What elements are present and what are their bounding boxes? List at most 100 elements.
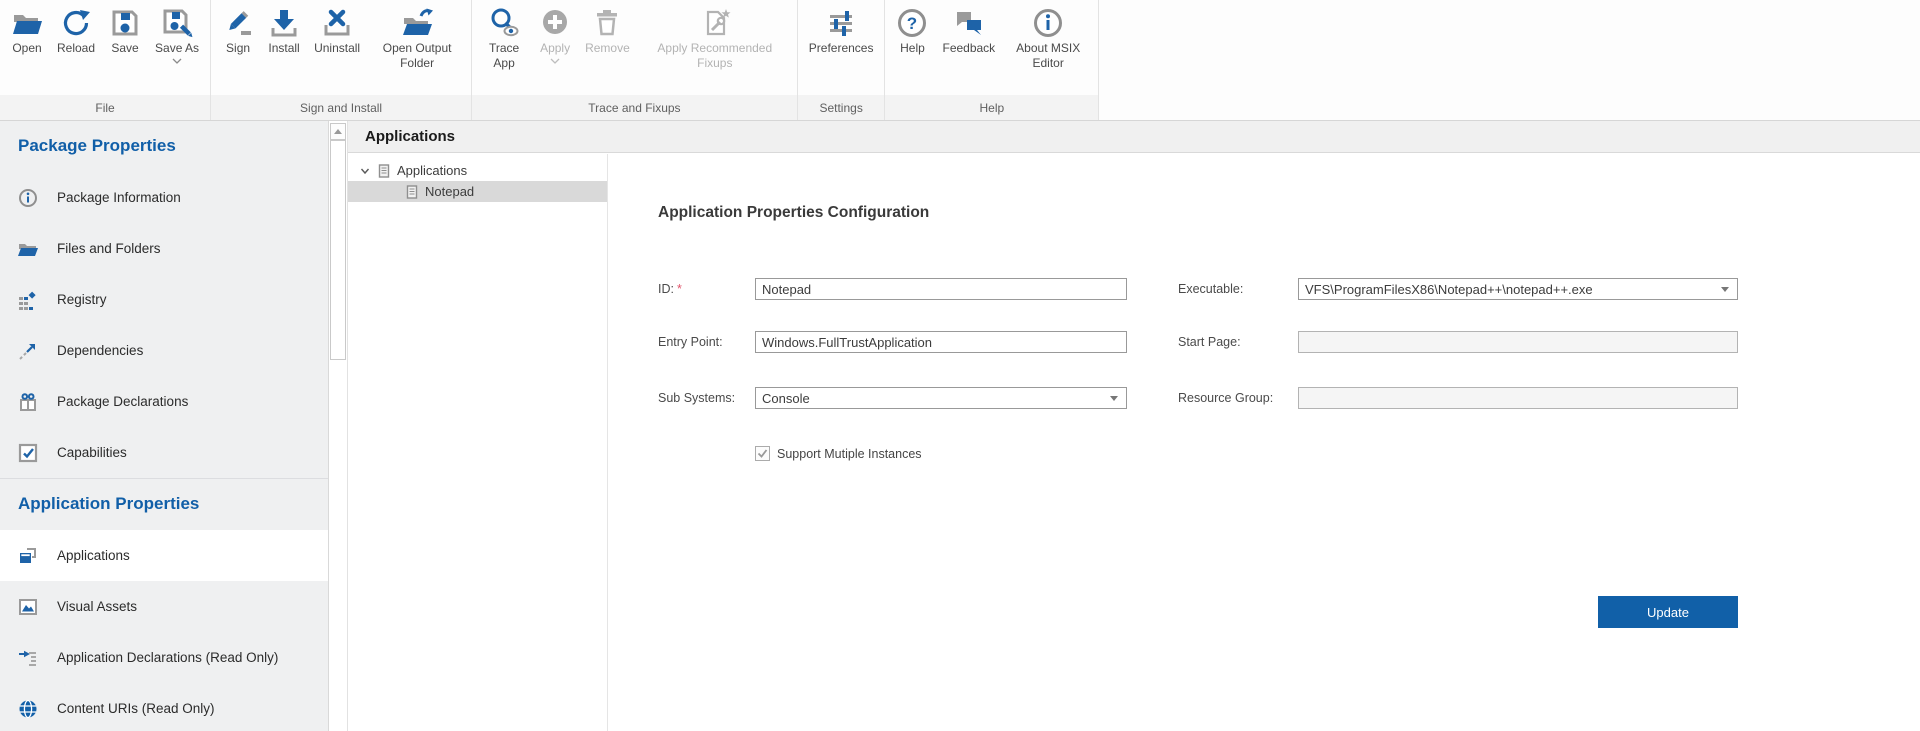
arrow-list-icon xyxy=(18,648,38,668)
save-button[interactable]: Save xyxy=(102,5,148,58)
registry-blocks-icon xyxy=(18,290,38,310)
chevron-down-icon xyxy=(172,58,182,64)
apply-recommended-fixups-button: Apply Recommended Fixups xyxy=(637,5,793,72)
install-icon xyxy=(268,7,300,39)
preferences-button[interactable]: Preferences xyxy=(802,5,881,58)
open-output-folder-icon xyxy=(401,7,433,39)
resource-group-label: Resource Group: xyxy=(1178,387,1273,409)
start-page-label: Start Page: xyxy=(1178,331,1241,353)
navigation-sidebar: Package Properties Package Information F… xyxy=(0,121,329,731)
install-button[interactable]: Install xyxy=(261,5,307,58)
preferences-sliders-icon xyxy=(825,7,857,39)
support-multiple-instances-checkbox: Support Mutiple Instances xyxy=(755,446,922,461)
chevron-down-icon xyxy=(550,58,560,64)
sidebar-item-visual-assets[interactable]: Visual Assets xyxy=(0,581,328,632)
save-as-button[interactable]: Save As xyxy=(148,5,206,66)
open-folder-icon xyxy=(11,7,43,39)
ribbon-group-label-help: Help xyxy=(885,95,1098,120)
id-label: ID:* xyxy=(658,278,682,300)
image-icon xyxy=(18,597,38,617)
uninstall-button[interactable]: Uninstall xyxy=(307,5,367,58)
panel-title-bar: Applications xyxy=(348,121,1920,153)
sign-button[interactable]: Sign xyxy=(215,5,261,58)
app-window-icon xyxy=(18,546,38,566)
ribbon-group-label-sign-and-install: Sign and Install xyxy=(211,95,471,120)
sidebar-item-capabilities[interactable]: Capabilities xyxy=(0,427,328,478)
form-title: Application Properties Configuration xyxy=(658,204,929,222)
entry-point-input[interactable] xyxy=(755,331,1127,353)
update-button[interactable]: Update xyxy=(1598,596,1738,628)
trace-app-button[interactable]: Trace App xyxy=(476,5,532,72)
sidebar-item-package-declarations[interactable]: Package Declarations xyxy=(0,376,328,427)
id-input[interactable] xyxy=(755,278,1127,300)
fixups-wrench-icon xyxy=(699,7,731,39)
executable-dropdown[interactable]: VFS\ProgramFilesX86\Notepad++\notepad++.… xyxy=(1298,278,1738,300)
dropdown-arrow-icon xyxy=(1721,287,1729,292)
save-icon xyxy=(109,7,141,39)
sidebar-item-applications[interactable]: Applications xyxy=(0,530,328,581)
sidebar-item-content-uris[interactable]: Content URIs (Read Only) xyxy=(0,683,328,731)
trace-app-icon xyxy=(488,7,520,39)
triangle-up-icon xyxy=(334,129,342,134)
help-button[interactable]: ? Help xyxy=(889,5,935,58)
ribbon-empty-space xyxy=(1099,0,1920,120)
ribbon-group-label-trace-and-fixups: Trace and Fixups xyxy=(472,95,797,120)
start-page-input xyxy=(1298,331,1738,353)
scrollbar-up-button[interactable] xyxy=(330,123,346,140)
checkbox-icon xyxy=(18,443,38,463)
sidebar-scrollbar-track[interactable] xyxy=(329,121,348,731)
executable-label: Executable: xyxy=(1178,278,1243,300)
remove-trash-icon xyxy=(591,7,623,39)
feedback-button[interactable]: Feedback xyxy=(935,5,1002,58)
reload-button[interactable]: Reload xyxy=(50,5,102,58)
sidebar-item-dependencies[interactable]: Dependencies xyxy=(0,325,328,376)
tree-item-label: Notepad xyxy=(425,184,474,199)
document-icon xyxy=(405,185,419,199)
gift-icon xyxy=(18,392,38,412)
panel-title: Applications xyxy=(365,128,455,145)
about-info-icon xyxy=(1032,7,1064,39)
sub-systems-label: Sub Systems: xyxy=(658,387,735,409)
feedback-bubbles-icon xyxy=(953,7,985,39)
open-output-folder-button[interactable]: Open Output Folder xyxy=(367,5,467,72)
help-question-icon: ? xyxy=(896,7,928,39)
folder-icon xyxy=(18,239,38,259)
sidebar-item-application-declarations[interactable]: Application Declarations (Read Only) xyxy=(0,632,328,683)
tree-item-notepad[interactable]: Notepad xyxy=(348,181,607,202)
ribbon-group-trace-and-fixups: Trace App Apply Remove xyxy=(472,0,798,120)
uninstall-icon xyxy=(321,7,353,39)
ribbon-group-label-file: File xyxy=(0,95,210,120)
svg-text:?: ? xyxy=(907,14,917,33)
entry-point-label: Entry Point: xyxy=(658,331,723,353)
ribbon-group-label-settings: Settings xyxy=(798,95,885,120)
application-properties-form: Application Properties Configuration ID:… xyxy=(609,154,1920,731)
sidebar-heading-package-properties: Package Properties xyxy=(18,133,328,159)
ribbon-toolbar: Open Reload Save xyxy=(0,0,1920,121)
about-msix-editor-button[interactable]: About MSIX Editor xyxy=(1002,5,1094,72)
sidebar-item-files-and-folders[interactable]: Files and Folders xyxy=(0,223,328,274)
dependencies-arrow-icon xyxy=(18,341,38,361)
applications-tree: Applications Notepad xyxy=(348,154,608,731)
save-as-icon xyxy=(161,7,193,39)
chevron-down-icon[interactable] xyxy=(359,165,371,177)
ribbon-group-sign-and-install: Sign Install Uninstall xyxy=(211,0,472,120)
sub-systems-dropdown[interactable]: Console xyxy=(755,387,1127,409)
scrollbar-thumb[interactable] xyxy=(330,140,346,360)
document-icon xyxy=(377,164,391,178)
open-button[interactable]: Open xyxy=(4,5,50,58)
reload-icon xyxy=(60,7,92,39)
sidebar-item-package-information[interactable]: Package Information xyxy=(0,172,328,223)
msix-editor-window: Open Reload Save xyxy=(0,0,1920,731)
sidebar-heading-application-properties: Application Properties xyxy=(18,491,328,517)
checkbox-checked-icon xyxy=(755,446,770,461)
ribbon-group-help: ? Help Feedback About MSIX Editor xyxy=(885,0,1099,120)
sidebar-item-registry[interactable]: Registry xyxy=(0,274,328,325)
tree-item-applications-root[interactable]: Applications xyxy=(348,160,607,181)
sign-pencil-icon xyxy=(222,7,254,39)
tree-item-label: Applications xyxy=(397,163,467,178)
dropdown-arrow-icon xyxy=(1110,396,1118,401)
info-circle-icon xyxy=(18,188,38,208)
required-marker: * xyxy=(677,282,682,296)
sidebar-divider xyxy=(0,478,328,479)
resource-group-input xyxy=(1298,387,1738,409)
